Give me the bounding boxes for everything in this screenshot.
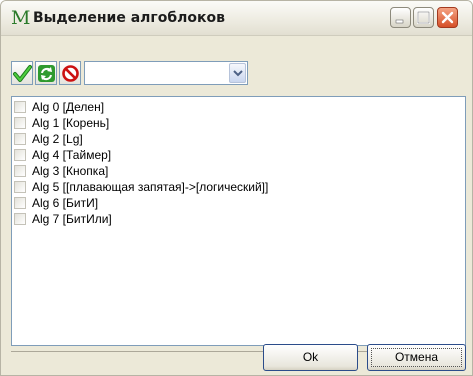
deselect-all-button[interactable] (59, 61, 81, 85)
close-button[interactable] (437, 7, 458, 28)
refresh-icon (38, 65, 55, 82)
app-icon: M (11, 7, 31, 29)
maximize-button[interactable] (413, 7, 434, 28)
maximize-icon (417, 11, 430, 24)
checkbox[interactable] (14, 165, 26, 177)
list-item-label: Alg 7 [БитИли] (32, 212, 112, 226)
list-item-label: Alg 4 [Таймер] (32, 148, 112, 162)
combo-dropdown-button[interactable] (229, 63, 246, 83)
checkbox[interactable] (14, 101, 26, 113)
list-item-label: Alg 1 [Корень] (32, 116, 110, 130)
list-item-label: Alg 6 [БитИ] (32, 196, 99, 210)
checkbox[interactable] (14, 197, 26, 209)
list-item-label: Alg 3 [Кнопка] (32, 164, 109, 178)
checkbox[interactable] (14, 213, 26, 225)
algoblock-checklist[interactable]: Alg 0 [Делен] Alg 1 [Корень] Alg 2 [Lg] Alg… (11, 96, 466, 346)
checkbox[interactable] (14, 149, 26, 161)
title-bar[interactable]: M Выделение алгоблоков (1, 1, 472, 36)
stop-icon (62, 65, 79, 82)
checkbox[interactable] (14, 133, 26, 145)
refresh-button[interactable] (35, 61, 57, 85)
chevron-down-icon (233, 70, 243, 77)
checkbox[interactable] (14, 117, 26, 129)
checkbox[interactable] (14, 181, 26, 193)
list-item-label: Alg 0 [Делен] (32, 100, 105, 114)
select-all-button[interactable] (11, 61, 33, 85)
check-all-icon (13, 65, 32, 82)
minimize-icon (395, 19, 404, 24)
window-title: Выделение алгоблоков (33, 10, 225, 26)
list-item-label: Alg 2 [Lg] (32, 132, 83, 146)
list-item-label: Alg 5 [[плавающая запятая]->[логический]… (32, 180, 269, 194)
filter-combobox[interactable] (84, 61, 248, 85)
close-icon (441, 11, 454, 24)
minimize-button[interactable] (390, 7, 411, 28)
dialog-window: M Выделение алгоблоков Alg 0 [Делен] Alg… (0, 0, 473, 376)
cancel-button[interactable]: Отмена (367, 344, 466, 371)
ok-button[interactable]: Ok (263, 344, 358, 371)
